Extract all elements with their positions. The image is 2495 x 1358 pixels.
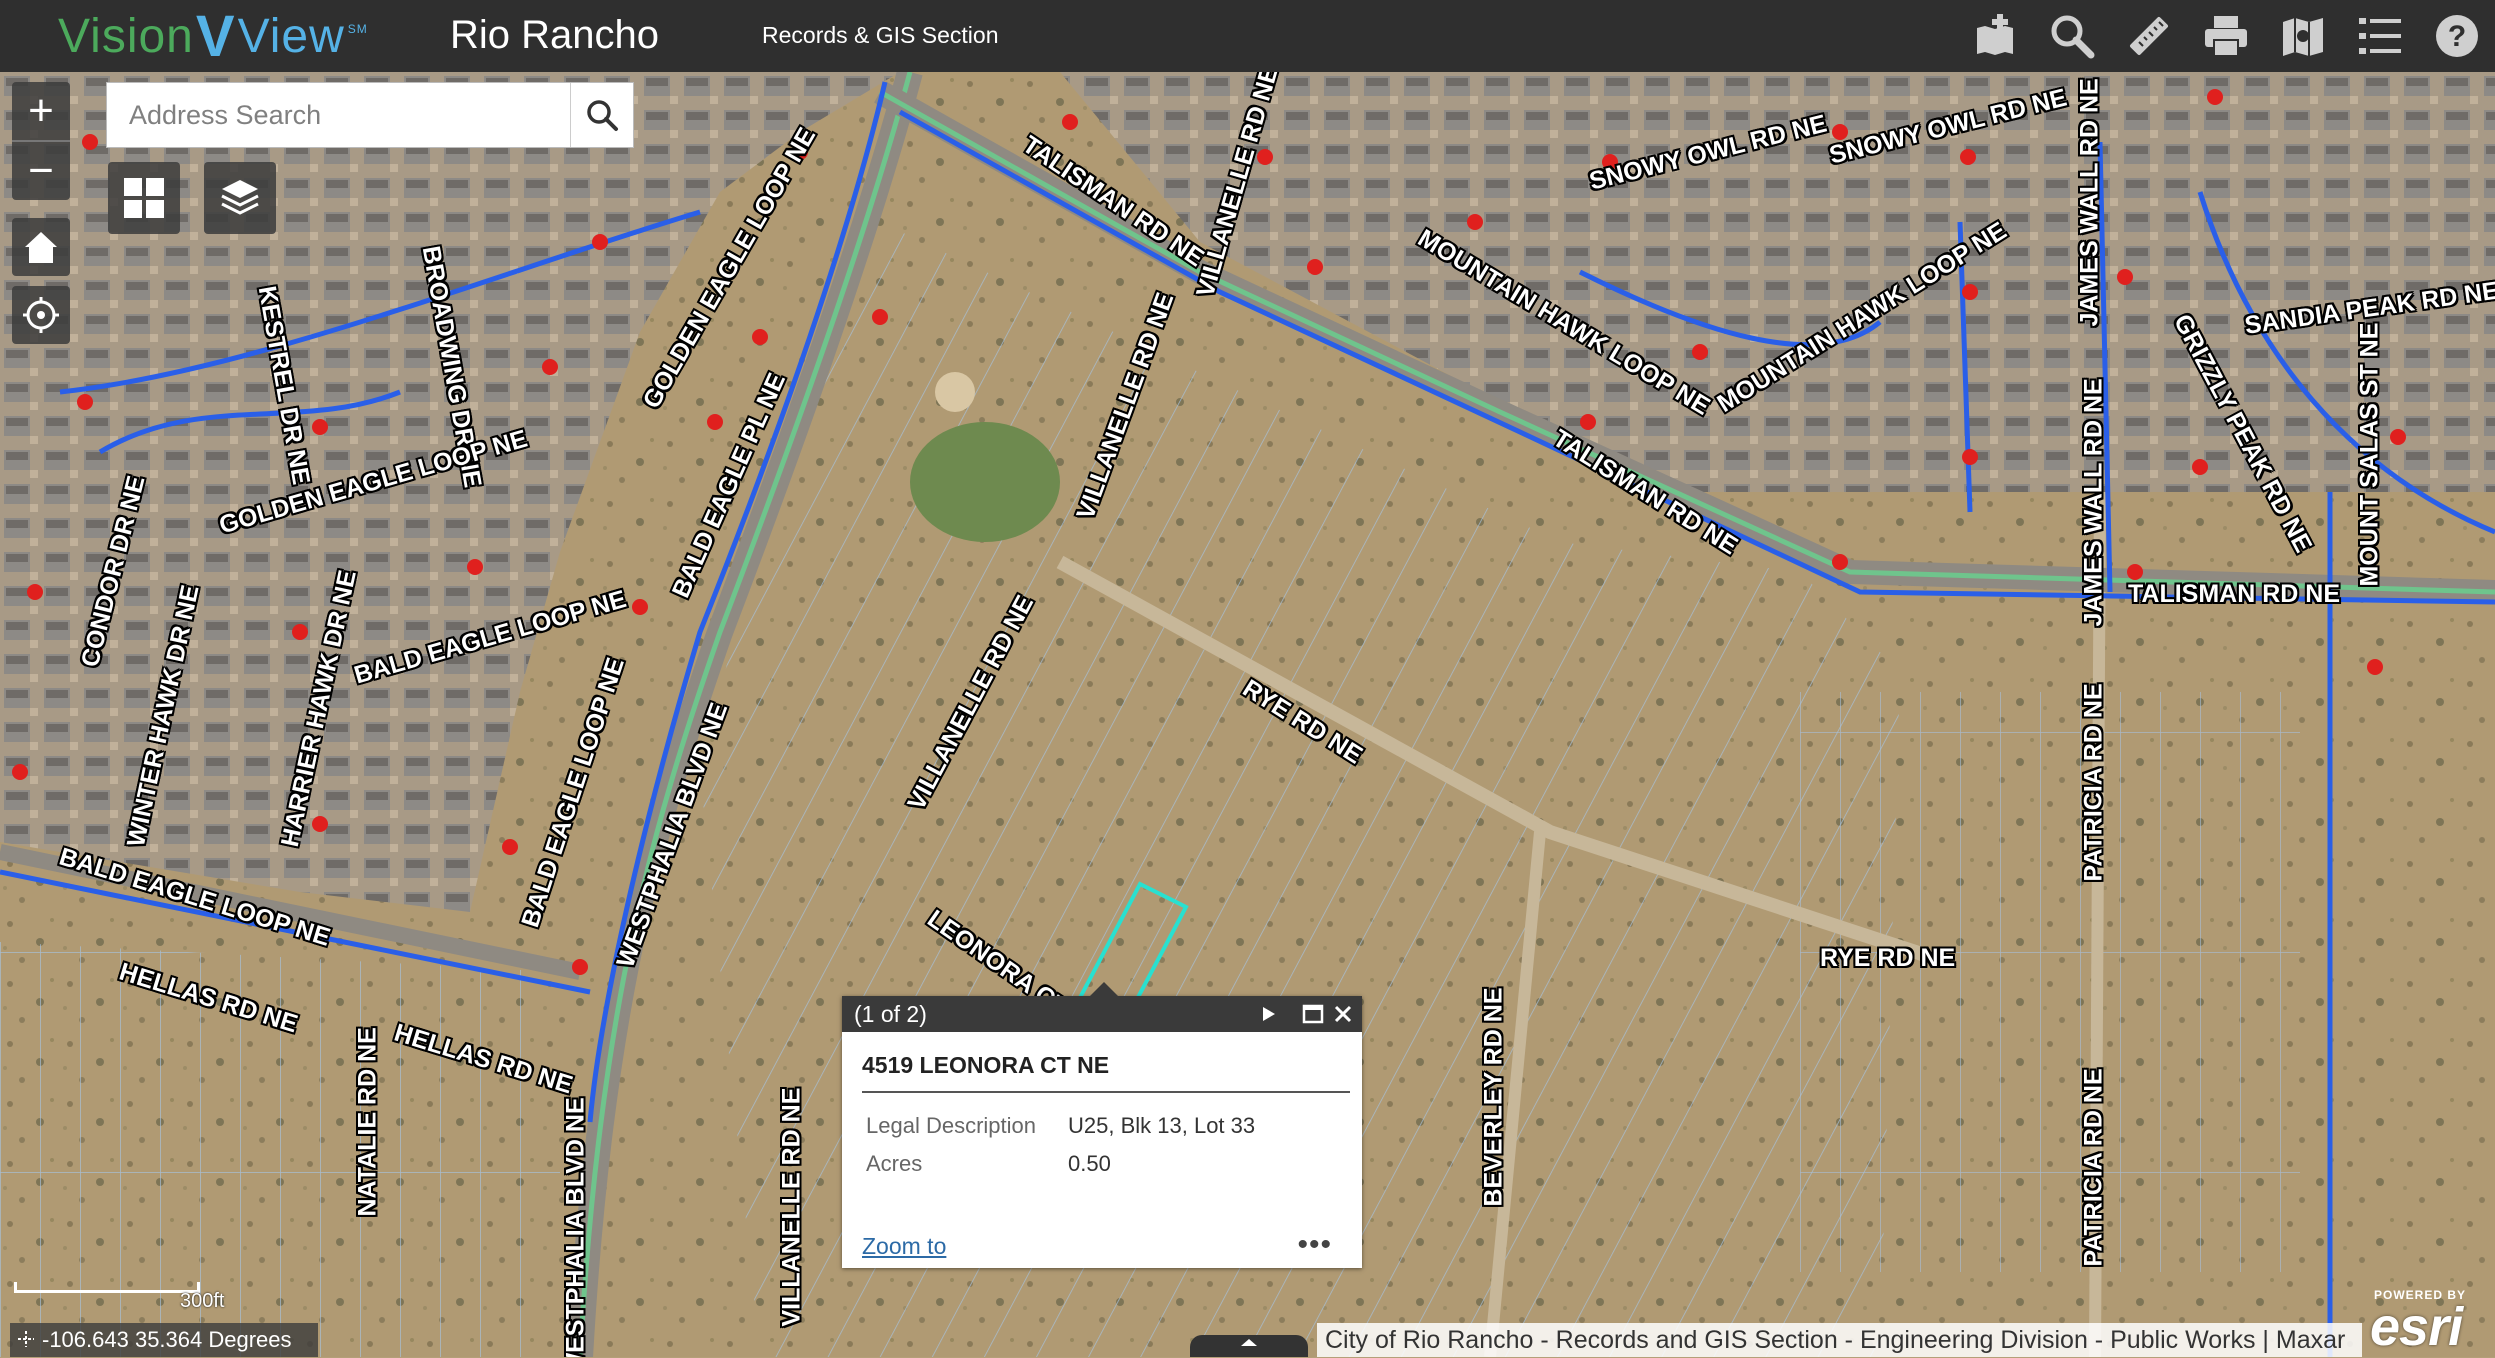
more-actions-button[interactable]: ••• [1297,1228,1332,1262]
road-label: JAMES WALL RD NE [2079,378,2108,627]
road-label: BEVERLEY RD NE [1479,987,1508,1207]
coordinate-text: -106.643 35.364 Degrees [42,1327,292,1352]
attribute-value: U25, Blk 13, Lot 33 [1068,1113,1256,1138]
road-label: PATRICIA RD NE [2079,1068,2108,1267]
scale-bar: 300ft [14,1282,224,1312]
feature-popup: (1 of 2) 4519 LEONORA CT NE Legal Descri… [842,982,1362,1268]
scale-bar-label: 300ft [180,1290,225,1312]
table-row: Acres 0.50 [862,1145,1263,1183]
search-tool-button[interactable] [2033,0,2110,72]
popup-maximize-button[interactable] [1298,998,1328,1030]
chevron-up-icon [1241,1339,1257,1346]
app-title: Rio Rancho [450,13,660,57]
locate-icon [23,297,59,333]
app-header: Vision V View SM Rio Rancho Records & GI… [0,0,2495,72]
help-icon: ? [2435,15,2478,57]
attribute-key: Legal Description [866,1113,1036,1138]
print-button[interactable] [2187,0,2264,72]
home-button[interactable] [12,218,70,276]
address-search [106,82,634,148]
zoom-out-button[interactable]: − [12,142,70,200]
road-label: WESTPHALIA BLVD NE [561,1097,590,1357]
crosshair-icon [18,1327,34,1353]
popup-next-button[interactable] [1254,998,1284,1030]
search-tool-icon [2051,15,2094,59]
basemap-gallery-button[interactable] [2264,0,2341,72]
print-icon [2204,16,2247,57]
road-label: RYE RD NE [1820,944,1956,972]
layer-list-button[interactable] [2341,0,2418,72]
popup-counter: (1 of 2) [854,1000,927,1027]
zoom-in-button[interactable]: + [12,82,70,140]
map-attribution: City of Rio Rancho - Records and GIS Sec… [1317,1323,2362,1357]
road-label: VILLANELLE RD NE [777,1087,806,1327]
svg-text:?: ? [2447,20,2465,53]
help-button[interactable]: ? [2418,0,2495,72]
coordinate-readout[interactable]: -106.643 35.364 Degrees [10,1323,318,1357]
layers-button[interactable] [204,162,276,234]
expand-panel-tab[interactable] [1190,1335,1308,1357]
esri-wordmark: esri [2370,1297,2463,1357]
maximize-icon [1302,1004,1324,1024]
measure-button[interactable] [2110,0,2187,72]
popup-title: 4519 LEONORA CT NE [862,1052,1350,1093]
measure-icon [2129,17,2168,55]
grid-icon [124,178,164,218]
basemap-gallery-icon [2282,18,2323,56]
road-label: NATALIE RD NE [353,1027,382,1217]
esri-logo: POWERED BY esri [2370,1286,2490,1357]
add-data-icon [1976,14,2013,55]
header-toolbar: ? [1956,0,2495,72]
play-next-icon [1263,1007,1275,1021]
logo-service-mark: SM [347,22,368,36]
road-label: TALISMAN RD NE [2128,580,2341,608]
popup-header: (1 of 2) [842,996,1362,1032]
layers-icon [221,180,259,215]
zoom-control: + − [12,82,70,200]
locate-button[interactable] [12,286,70,344]
zoom-to-link[interactable]: Zoom to [862,1233,946,1260]
logo-word-vision: Vision [58,9,194,63]
app-subtitle: Records & GIS Section [762,22,999,48]
logo-v-mark: V [195,3,236,69]
attribute-key: Acres [866,1151,923,1176]
layer-list-icon [2358,18,2401,54]
popup-close-button[interactable] [1328,998,1358,1030]
vision-view-logo: Vision V View SM [58,4,368,69]
address-search-button[interactable] [570,83,633,147]
road-label: PATRICIA RD NE [2079,683,2108,882]
close-icon [1334,1005,1352,1023]
address-search-input[interactable] [107,83,591,147]
road-label: JAMES WALL RD NE [2075,78,2104,327]
table-row: Legal Description U25, Blk 13, Lot 33 [862,1107,1263,1145]
logo-word-view: View [237,9,345,63]
scale-bar-line [14,1282,200,1293]
popup-attributes-table: Legal Description U25, Blk 13, Lot 33 Ac… [862,1107,1263,1183]
basemap-toggle-button[interactable] [108,162,180,234]
add-data-button[interactable] [1956,0,2033,72]
attribute-value: 0.50 [1068,1151,1111,1176]
road-label: MOUNT SALAS ST NE [2355,322,2384,587]
home-icon [25,232,57,263]
popup-pointer [1090,982,1118,996]
search-icon [587,100,618,131]
